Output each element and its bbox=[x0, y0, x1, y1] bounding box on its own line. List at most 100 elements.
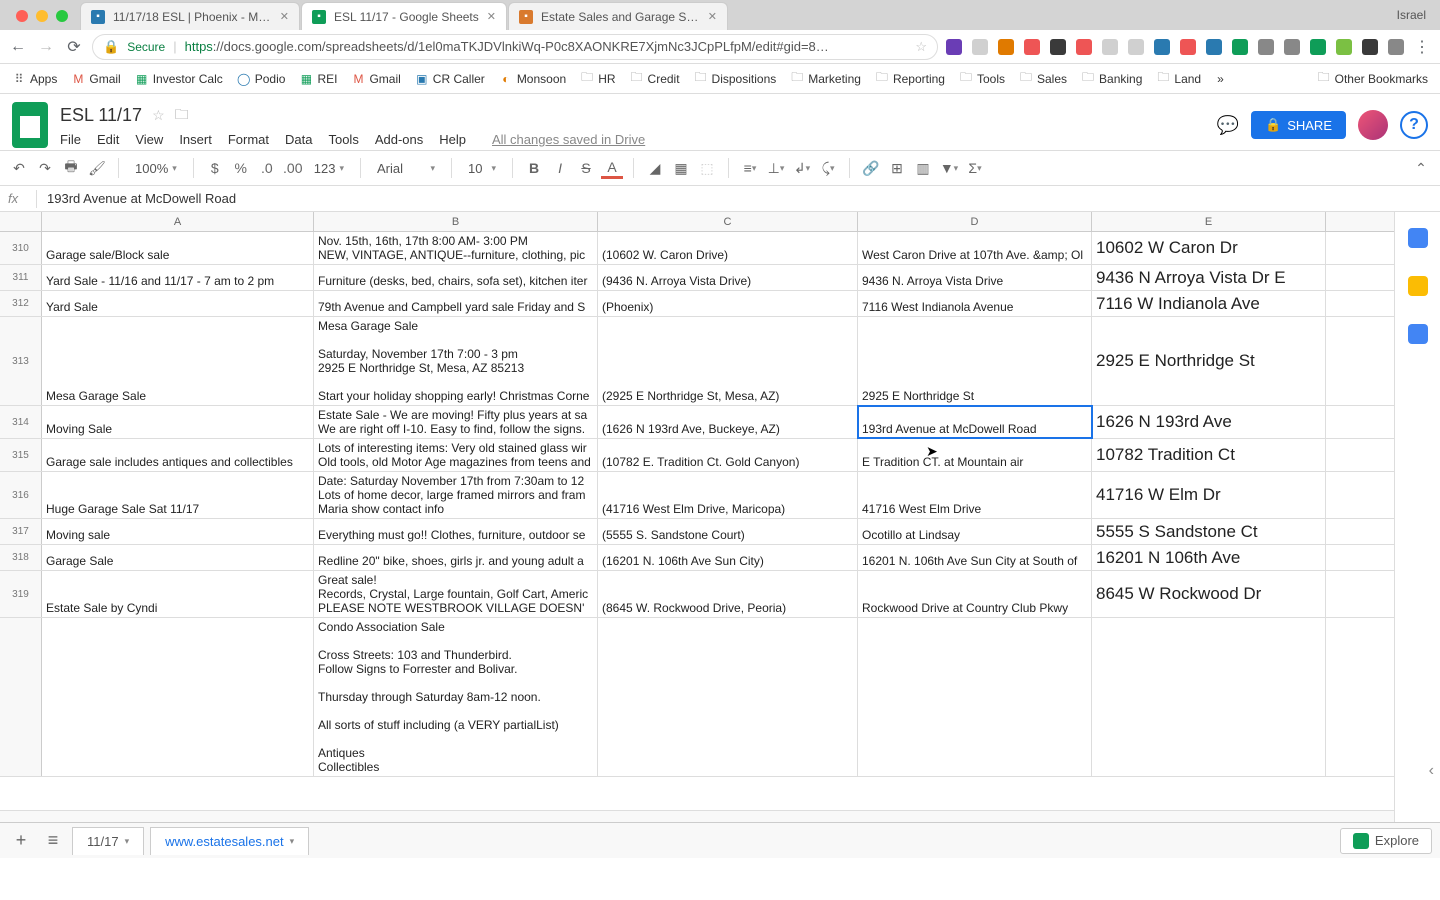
cell[interactable]: 193rd Avenue at McDowell Road bbox=[858, 406, 1092, 438]
horizontal-scrollbar[interactable] bbox=[0, 810, 1394, 822]
sheets-logo-icon[interactable] bbox=[12, 102, 48, 148]
all-sheets-button[interactable]: ≡ bbox=[40, 828, 66, 854]
chevron-down-icon[interactable]: ▾ bbox=[125, 836, 130, 847]
menu-item[interactable]: Edit bbox=[97, 132, 119, 147]
cell[interactable]: (9436 N. Arroya Vista Drive) bbox=[598, 265, 858, 290]
bookmark-item[interactable]: 🗀Marketing bbox=[786, 70, 865, 88]
reload-button[interactable]: ⟳ bbox=[64, 37, 84, 57]
bookmark-item[interactable]: ◐Monsoon bbox=[495, 70, 570, 88]
column-header-d[interactable]: D bbox=[858, 212, 1092, 231]
overflow-icon[interactable]: » bbox=[1211, 72, 1230, 86]
browser-tab[interactable]: ▪11/17/18 ESL | Phoenix - Mark…✕ bbox=[80, 2, 300, 30]
row-header[interactable]: 313 bbox=[0, 317, 42, 405]
side-panel-chevron-icon[interactable]: ‹ bbox=[1429, 762, 1434, 780]
filter-button[interactable]: ▼▾ bbox=[938, 157, 960, 179]
font-size-select[interactable]: 10▾ bbox=[462, 159, 502, 178]
cell[interactable]: 41716 West Elm Drive bbox=[858, 472, 1092, 518]
cell[interactable]: 9436 N. Arroya Vista Drive bbox=[858, 265, 1092, 290]
cell[interactable]: Garage Sale bbox=[42, 545, 314, 570]
cell[interactable]: Garage sale/Block sale bbox=[42, 232, 314, 264]
menu-icon[interactable]: ⋮ bbox=[1412, 37, 1432, 57]
other-bookmarks[interactable]: 🗀Other Bookmarks bbox=[1313, 70, 1432, 88]
cell[interactable]: Moving sale bbox=[42, 519, 314, 544]
bookmark-item[interactable]: ▦Investor Calc bbox=[131, 70, 227, 88]
fullscreen-window-button[interactable] bbox=[56, 10, 68, 22]
bookmark-item[interactable]: 🗀HR bbox=[576, 70, 619, 88]
side-panel-app-icon[interactable] bbox=[1408, 228, 1428, 248]
bookmark-item[interactable]: 🗀Banking bbox=[1077, 70, 1146, 88]
increase-decimal-button[interactable]: .00 bbox=[282, 157, 304, 179]
cell[interactable]: 10782 Tradition Ct bbox=[1092, 439, 1326, 471]
star-icon[interactable]: ☆ bbox=[915, 39, 927, 55]
back-button[interactable]: ← bbox=[8, 37, 28, 57]
column-header-b[interactable]: B bbox=[314, 212, 598, 231]
close-tab-icon[interactable]: ✕ bbox=[708, 10, 717, 23]
wrap-button[interactable]: ↲▾ bbox=[791, 157, 813, 179]
cell[interactable]: 16201 N. 106th Ave Sun City at South of bbox=[858, 545, 1092, 570]
column-header-e[interactable]: E bbox=[1092, 212, 1326, 231]
column-header-a[interactable]: A bbox=[42, 212, 314, 231]
side-panel-app-icon[interactable] bbox=[1408, 324, 1428, 344]
document-title[interactable]: ESL 11/17 bbox=[60, 105, 142, 126]
close-tab-icon[interactable]: ✕ bbox=[487, 10, 496, 23]
cell[interactable] bbox=[858, 618, 1092, 776]
cell[interactable]: 16201 N 106th Ave bbox=[1092, 545, 1326, 570]
cell[interactable]: 1626 N 193rd Ave bbox=[1092, 406, 1326, 438]
menu-item[interactable]: Format bbox=[228, 132, 269, 147]
cell[interactable]: (5555 S. Sandstone Court) bbox=[598, 519, 858, 544]
extension-icon[interactable] bbox=[1024, 39, 1040, 55]
bookmark-item[interactable]: 🗀Land bbox=[1152, 70, 1205, 88]
menu-item[interactable]: Data bbox=[285, 132, 312, 147]
row-header[interactable]: 310 bbox=[0, 232, 42, 264]
cell[interactable] bbox=[598, 618, 858, 776]
chevron-down-icon[interactable]: ▾ bbox=[290, 836, 295, 847]
formula-value[interactable]: 193rd Avenue at McDowell Road bbox=[47, 191, 236, 206]
extension-icon[interactable] bbox=[1284, 39, 1300, 55]
bookmark-item[interactable]: MGmail bbox=[347, 70, 404, 88]
currency-button[interactable]: $ bbox=[204, 157, 226, 179]
zoom-select[interactable]: 100%▾ bbox=[129, 159, 183, 178]
cell[interactable]: 8645 W Rockwood Dr bbox=[1092, 571, 1326, 617]
decrease-decimal-button[interactable]: .0 bbox=[256, 157, 278, 179]
cell[interactable]: Mesa Garage Sale Saturday, November 17th… bbox=[314, 317, 598, 405]
cell[interactable]: Condo Association Sale Cross Streets: 10… bbox=[314, 618, 598, 776]
cell[interactable]: (10782 E. Tradition Ct. Gold Canyon) bbox=[598, 439, 858, 471]
column-header-c[interactable]: C bbox=[598, 212, 858, 231]
address-bar[interactable]: 🔒 Secure | https://docs.google.com/sprea… bbox=[92, 34, 938, 60]
row-header[interactable] bbox=[0, 618, 42, 776]
italic-button[interactable]: I bbox=[549, 157, 571, 179]
extension-icon[interactable] bbox=[1388, 39, 1404, 55]
row-header[interactable]: 314 bbox=[0, 406, 42, 438]
bookmark-item[interactable]: ◯Podio bbox=[233, 70, 290, 88]
cell[interactable]: West Caron Drive at 107th Ave. &amp; Ol bbox=[858, 232, 1092, 264]
menu-item[interactable]: Insert bbox=[179, 132, 212, 147]
row-header[interactable]: 319 bbox=[0, 571, 42, 617]
extension-icon[interactable] bbox=[1362, 39, 1378, 55]
cell[interactable]: Yard Sale - 11/16 and 11/17 - 7 am to 2 … bbox=[42, 265, 314, 290]
bookmark-item[interactable]: 🗀Tools bbox=[955, 70, 1009, 88]
extension-icon[interactable] bbox=[1154, 39, 1170, 55]
bookmark-item[interactable]: ⠿Apps bbox=[8, 70, 61, 88]
cell[interactable]: (16201 N. 106th Ave Sun City) bbox=[598, 545, 858, 570]
bookmark-item[interactable]: 🗀Credit bbox=[626, 70, 684, 88]
cell[interactable]: (10602 W. Caron Drive) bbox=[598, 232, 858, 264]
add-sheet-button[interactable]: + bbox=[8, 828, 34, 854]
extension-icon[interactable] bbox=[972, 39, 988, 55]
fill-color-button[interactable]: ◢ bbox=[644, 157, 666, 179]
extension-icon[interactable] bbox=[1076, 39, 1092, 55]
close-window-button[interactable] bbox=[16, 10, 28, 22]
bold-button[interactable]: B bbox=[523, 157, 545, 179]
cell[interactable]: 10602 W Caron Dr bbox=[1092, 232, 1326, 264]
bookmark-item[interactable]: ▣CR Caller bbox=[411, 70, 489, 88]
extension-icon[interactable] bbox=[946, 39, 962, 55]
v-align-button[interactable]: ⊥▾ bbox=[765, 157, 787, 179]
cell[interactable]: (2925 E Northridge St, Mesa, AZ) bbox=[598, 317, 858, 405]
close-tab-icon[interactable]: ✕ bbox=[280, 10, 289, 23]
link-button[interactable]: 🔗 bbox=[860, 157, 882, 179]
extension-icon[interactable] bbox=[1232, 39, 1248, 55]
menu-item[interactable]: Add-ons bbox=[375, 132, 423, 147]
sheet-tab[interactable]: www.estatesales.net▾ bbox=[150, 827, 309, 855]
cell[interactable]: Furniture (desks, bed, chairs, sofa set)… bbox=[314, 265, 598, 290]
formula-bar[interactable]: fx 193rd Avenue at McDowell Road bbox=[0, 186, 1440, 212]
cell[interactable]: Huge Garage Sale Sat 11/17 bbox=[42, 472, 314, 518]
